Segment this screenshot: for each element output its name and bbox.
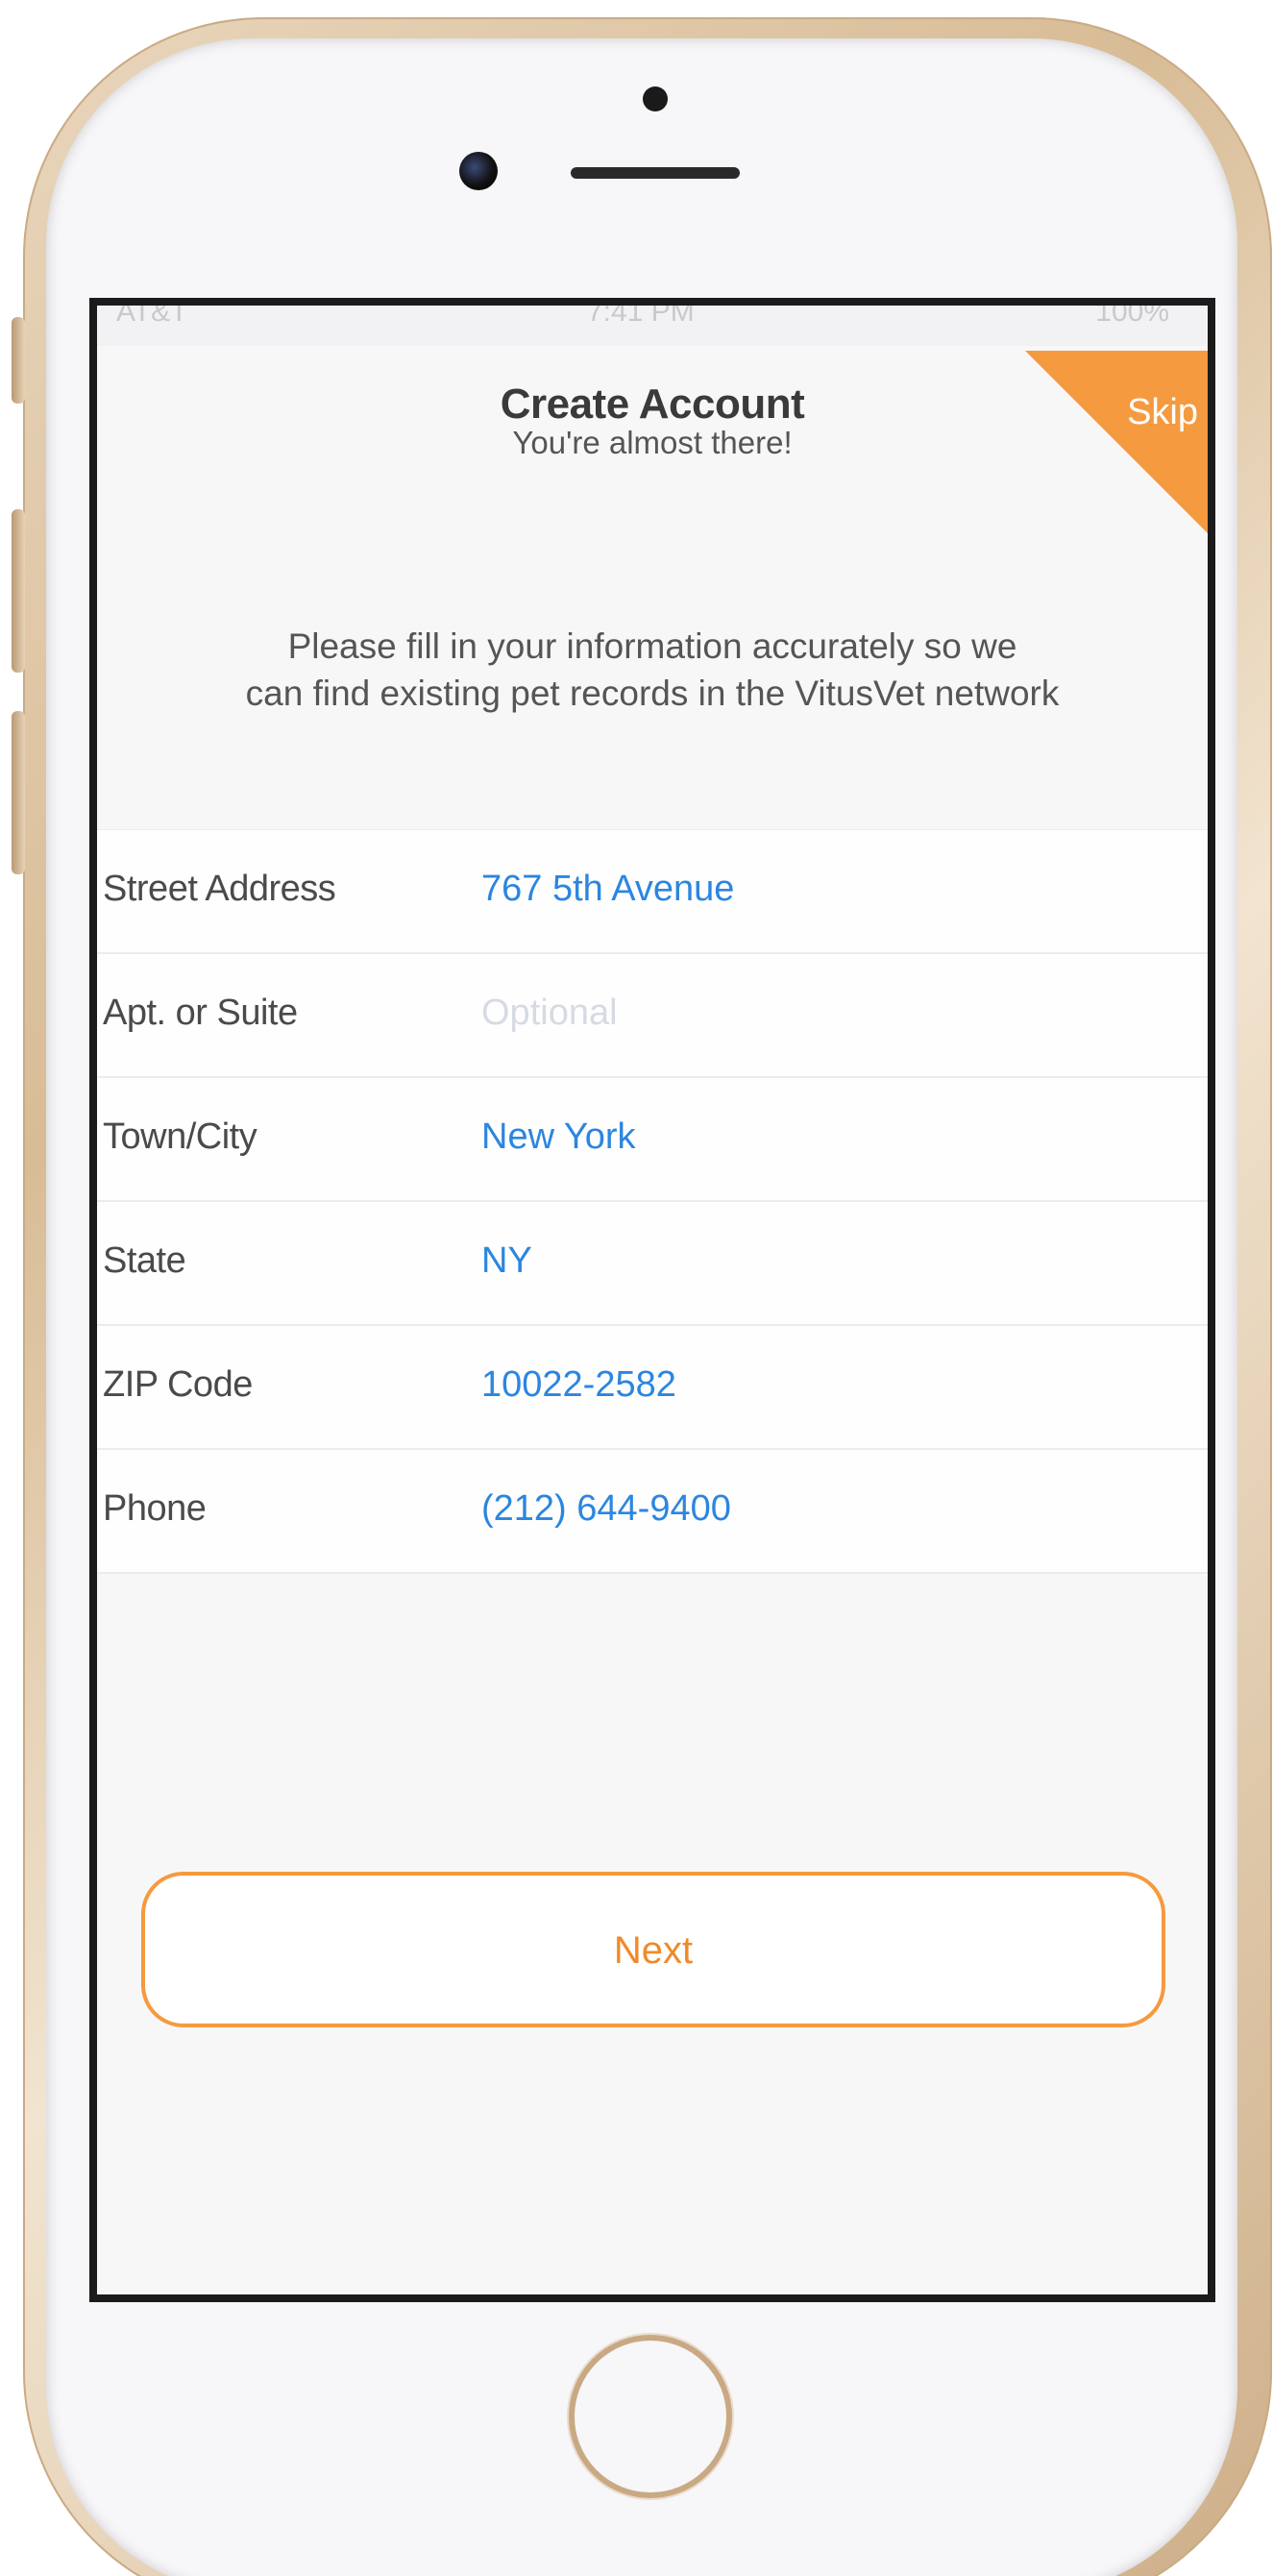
state-field[interactable]: NY bbox=[481, 1240, 1154, 1282]
next-button[interactable]: Next bbox=[141, 1872, 1165, 2027]
apt-suite-row: Apt. or Suite Optional bbox=[97, 954, 1208, 1078]
town-city-field[interactable]: New York bbox=[481, 1116, 1154, 1158]
address-form: Street Address 767 5th Avenue Apt. or Su… bbox=[97, 829, 1208, 1574]
home-button[interactable] bbox=[569, 2335, 732, 2498]
proximity-sensor bbox=[643, 86, 668, 111]
status-time: 7:41 PM bbox=[587, 298, 695, 328]
street-address-row: Street Address 767 5th Avenue bbox=[97, 830, 1208, 954]
apt-suite-label: Apt. or Suite bbox=[103, 993, 298, 1033]
side-button-volume-down bbox=[12, 711, 25, 874]
intro-text: Please fill in your information accurate… bbox=[97, 623, 1208, 717]
state-row: State NY bbox=[97, 1202, 1208, 1326]
side-button-volume-up bbox=[12, 509, 25, 673]
status-bar: AT&T 7:41 PM 100% bbox=[97, 306, 1208, 346]
app-screenshot: AT&T 7:41 PM 100% Create Account You're … bbox=[0, 0, 1273, 2576]
phone-row: Phone (212) 644-9400 bbox=[97, 1450, 1208, 1574]
street-address-field[interactable]: 767 5th Avenue bbox=[481, 869, 1154, 910]
device-screen: AT&T 7:41 PM 100% Create Account You're … bbox=[89, 298, 1215, 2302]
street-address-label: Street Address bbox=[103, 869, 336, 909]
skip-button-label[interactable]: Skip bbox=[1127, 392, 1198, 433]
carrier-label: AT&T bbox=[116, 298, 188, 328]
front-camera-icon bbox=[459, 152, 498, 190]
phone-field[interactable]: (212) 644-9400 bbox=[481, 1488, 1154, 1530]
intro-line-2: can find existing pet records in the Vit… bbox=[245, 674, 1060, 713]
battery-label: 100% bbox=[1095, 298, 1169, 328]
intro-line-1: Please fill in your information accurate… bbox=[287, 626, 1017, 666]
side-button-mute bbox=[12, 317, 25, 404]
skip-button[interactable] bbox=[1025, 351, 1208, 533]
town-city-label: Town/City bbox=[103, 1116, 257, 1157]
phone-label: Phone bbox=[103, 1488, 207, 1529]
apt-suite-field[interactable]: Optional bbox=[481, 993, 1154, 1034]
zip-code-row: ZIP Code 10022-2582 bbox=[97, 1326, 1208, 1450]
state-label: State bbox=[103, 1240, 186, 1281]
zip-code-field[interactable]: 10022-2582 bbox=[481, 1364, 1154, 1406]
earpiece-speaker bbox=[571, 167, 740, 179]
zip-code-label: ZIP Code bbox=[103, 1364, 253, 1405]
town-city-row: Town/City New York bbox=[97, 1078, 1208, 1202]
